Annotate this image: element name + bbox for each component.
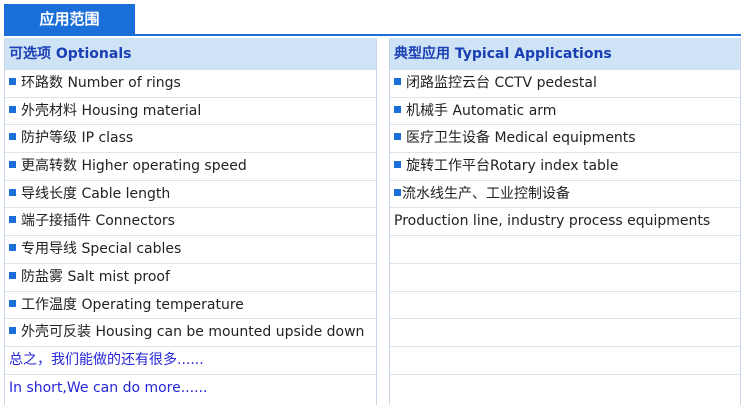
bullet-icon: [394, 78, 401, 85]
tab-strip: 应用范围: [0, 0, 743, 36]
list-item-label: 医疗卫生设备 Medical equipments: [406, 130, 636, 147]
list-item: 闭路监控云台 CCTV pedestal: [390, 70, 740, 98]
list-item: 专用导线 Special cables: [5, 236, 376, 264]
list-item-label: 端子接插件 Connectors: [21, 213, 175, 230]
list-item-label: 专用导线 Special cables: [21, 241, 182, 258]
bullet-icon: [9, 271, 16, 279]
list-item-label: 环路数 Number of rings: [21, 75, 181, 91]
bullet-icon: [9, 78, 16, 85]
list-item-label: 流水线生产、工业控制设备: [402, 185, 570, 202]
list-item: 外壳材料 Housing material: [5, 98, 376, 126]
bullet-icon: [394, 188, 401, 196]
empty-row: [390, 236, 740, 264]
bullet-icon: [9, 161, 16, 169]
list-item: 外壳可反装 Housing can be mounted upside down: [5, 319, 376, 347]
applications-header: 典型应用 Typical Applications: [390, 38, 740, 70]
bullet-icon: [9, 327, 16, 335]
bullet-icon: [9, 105, 16, 113]
bullet-icon: [9, 133, 16, 141]
empty-row: [390, 264, 740, 292]
bullet-icon: [394, 105, 401, 113]
bullet-icon: [9, 216, 16, 224]
optionals-column: 可选项 Optionals 环路数 Number of rings 外壳材料 H…: [4, 38, 377, 405]
applications-column: 典型应用 Typical Applications 闭路监控云台 CCTV pe…: [389, 38, 741, 405]
list-item: 防护等级 IP class: [5, 125, 376, 154]
bullet-icon: [9, 244, 16, 252]
list-item: 机械手 Automatic arm: [390, 98, 740, 126]
bullet-icon: [394, 133, 401, 141]
list-item-label: 防盐雾 Salt mist proof: [21, 268, 170, 285]
list-item-label: 外壳可反装 Housing can be mounted upside down: [21, 324, 365, 341]
empty-row: [390, 292, 740, 320]
list-item-continuation: Production line, industry process equipm…: [390, 208, 740, 237]
list-item: 医疗卫生设备 Medical equipments: [390, 125, 740, 154]
list-item: 流水线生产、工业控制设备: [390, 181, 740, 209]
list-item: 更高转数 Higher operating speed: [5, 153, 376, 181]
list-item-label: 机械手 Automatic arm: [406, 102, 557, 119]
tab-underline: [4, 34, 741, 36]
list-item-label: 防护等级 IP class: [21, 130, 134, 147]
list-item-label: 更高转数 Higher operating speed: [21, 158, 247, 175]
bullet-icon: [394, 161, 401, 169]
optionals-header: 可选项 Optionals: [5, 38, 376, 70]
list-item-label: 导线长度 Cable length: [21, 185, 171, 202]
list-item: 旋转工作平台Rotary index table: [390, 153, 740, 181]
bullet-icon: [9, 299, 16, 307]
list-item: 工作温度 Operating temperature: [5, 292, 376, 320]
list-item-label: 工作温度 Operating temperature: [21, 296, 244, 313]
list-item-label: 外壳材料 Housing material: [21, 102, 202, 119]
list-item-label: 旋转工作平台Rotary index table: [406, 158, 619, 175]
bullet-icon: [9, 188, 16, 196]
list-item: 环路数 Number of rings: [5, 70, 376, 98]
list-item: 导线长度 Cable length: [5, 181, 376, 209]
list-item-label: 闭路监控云台 CCTV pedestal: [406, 75, 597, 91]
empty-row: [390, 319, 740, 347]
summary-note-english: In short,We can do more......: [9, 379, 208, 396]
list-item: 端子接插件 Connectors: [5, 208, 376, 237]
empty-row: [390, 375, 740, 403]
empty-row: [390, 347, 740, 375]
list-item: 防盐雾 Salt mist proof: [5, 264, 376, 292]
summary-note-chinese: 总之，我们能做的还有很多......: [5, 347, 376, 375]
tab-application-scope[interactable]: 应用范围: [4, 4, 135, 34]
